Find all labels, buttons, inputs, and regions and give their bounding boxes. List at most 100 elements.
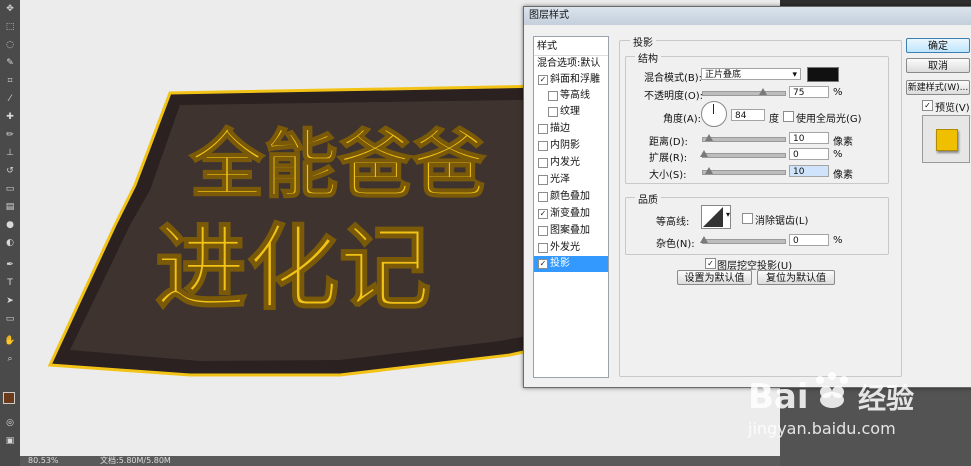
style-item-texture[interactable]: 纹理 bbox=[534, 104, 608, 120]
knockout-checkbox[interactable]: ✓ bbox=[705, 258, 716, 269]
noise-unit: % bbox=[833, 235, 843, 246]
foreground-color-swatch[interactable] bbox=[3, 392, 15, 404]
angle-dial[interactable] bbox=[701, 101, 727, 127]
slider-thumb[interactable] bbox=[700, 236, 708, 243]
reset-default-button[interactable]: 复位为默认值 bbox=[757, 270, 835, 285]
antialias-checkbox[interactable] bbox=[742, 213, 753, 224]
zoom-level[interactable]: 80.53% bbox=[28, 456, 59, 466]
blend-mode-select[interactable]: 正片叠底 ▾ bbox=[701, 68, 801, 80]
status-bar: 80.53% 文档:5.80M/5.80M bbox=[20, 456, 780, 466]
marquee-tool-icon[interactable]: ⬚ bbox=[3, 22, 17, 33]
crop-tool-icon[interactable]: ⌗ bbox=[3, 76, 17, 87]
angle-label: 角度(A): bbox=[663, 114, 702, 125]
styles-list: 样式 混合选项:默认 ✓ 斜面和浮雕 等高线 纹理 描边 内阴影 内发光 光泽 颜… bbox=[533, 36, 609, 378]
style-checkbox[interactable] bbox=[538, 175, 548, 185]
opacity-label: 不透明度(O): bbox=[644, 91, 704, 102]
style-checkbox[interactable]: ✓ bbox=[538, 75, 548, 85]
slider-thumb[interactable] bbox=[705, 134, 713, 141]
style-checkbox[interactable]: ✓ bbox=[538, 209, 548, 219]
style-checkbox[interactable]: ✓ bbox=[538, 259, 548, 269]
contour-picker[interactable]: ▾ bbox=[701, 205, 731, 229]
style-item-pattern-overlay[interactable]: 图案叠加 bbox=[534, 223, 608, 239]
layer-style-dialog: 图层样式 样式 混合选项:默认 ✓ 斜面和浮雕 等高线 纹理 描边 内阴影 内发光… bbox=[523, 6, 971, 388]
distance-label: 距离(D): bbox=[649, 137, 688, 148]
blur-tool-icon[interactable]: ● bbox=[3, 220, 17, 231]
style-item-inner-shadow[interactable]: 内阴影 bbox=[534, 138, 608, 154]
style-item-inner-glow[interactable]: 内发光 bbox=[534, 155, 608, 171]
size-unit: 像素 bbox=[833, 170, 853, 181]
doc-size: 文档:5.80M/5.80M bbox=[100, 456, 171, 465]
eyedropper-icon[interactable]: ⁄ bbox=[3, 94, 17, 105]
lasso-tool-icon[interactable]: ◌ bbox=[3, 40, 17, 51]
style-item-stroke[interactable]: 描边 bbox=[534, 121, 608, 137]
history-brush-icon[interactable]: ↺ bbox=[3, 166, 17, 177]
distance-input[interactable]: 10 bbox=[789, 132, 829, 144]
opacity-input[interactable]: 75 bbox=[789, 86, 829, 98]
zoom-tool-icon[interactable]: ⌕ bbox=[3, 354, 17, 365]
style-checkbox[interactable] bbox=[538, 192, 548, 202]
preview-checkbox[interactable]: ✓ bbox=[922, 100, 933, 111]
style-checkbox[interactable] bbox=[548, 107, 558, 117]
slider-thumb[interactable] bbox=[700, 150, 708, 157]
style-item-drop-shadow[interactable]: ✓ 投影 bbox=[534, 256, 608, 272]
structure-title: 结构 bbox=[635, 50, 661, 65]
watermark-brand: Bai bbox=[748, 377, 809, 417]
dodge-tool-icon[interactable]: ◐ bbox=[3, 238, 17, 249]
slider-thumb[interactable] bbox=[759, 88, 767, 95]
baidu-watermark: Bai 经验 jingyan.baidu.com bbox=[747, 372, 914, 438]
slider-thumb[interactable] bbox=[705, 167, 713, 174]
distance-slider[interactable] bbox=[702, 134, 786, 142]
style-item-color-overlay[interactable]: 颜色叠加 bbox=[534, 189, 608, 205]
style-checkbox[interactable] bbox=[548, 91, 558, 101]
spread-slider[interactable] bbox=[700, 150, 786, 158]
quick-select-icon[interactable]: ✎ bbox=[3, 58, 17, 69]
shape-tool-icon[interactable]: ▭ bbox=[3, 314, 17, 325]
style-item-contour[interactable]: 等高线 bbox=[534, 88, 608, 104]
opacity-slider[interactable] bbox=[702, 88, 786, 96]
ok-button[interactable]: 确定 bbox=[906, 38, 970, 53]
path-select-icon[interactable]: ➤ bbox=[3, 296, 17, 307]
distance-unit: 像素 bbox=[833, 137, 853, 148]
global-light-label: 使用全局光(G) bbox=[796, 114, 862, 125]
noise-label: 杂色(N): bbox=[656, 239, 695, 250]
hand-tool-icon[interactable]: ✋ bbox=[3, 336, 17, 347]
gradient-tool-icon[interactable]: ▤ bbox=[3, 202, 17, 213]
style-item-gradient-overlay[interactable]: ✓ 渐变叠加 bbox=[534, 206, 608, 222]
make-default-button[interactable]: 设置为默认值 bbox=[677, 270, 752, 285]
paw-icon bbox=[816, 372, 848, 408]
healing-brush-icon[interactable]: ✚ bbox=[3, 112, 17, 123]
eraser-tool-icon[interactable]: ▭ bbox=[3, 184, 17, 195]
logo-artwork: 全能爸爸 进化记 bbox=[47, 83, 600, 377]
size-input[interactable]: 10 bbox=[789, 165, 829, 177]
pen-tool-icon[interactable]: ✒ bbox=[3, 260, 17, 271]
new-style-button[interactable]: 新建样式(W)... bbox=[906, 80, 970, 95]
noise-input[interactable]: 0 bbox=[789, 234, 829, 246]
move-tool-icon[interactable]: ✥ bbox=[3, 4, 17, 15]
quick-mask-icon[interactable]: ◎ bbox=[3, 418, 17, 429]
angle-input[interactable]: 84 bbox=[731, 109, 765, 121]
noise-slider[interactable] bbox=[700, 236, 786, 244]
style-item-outer-glow[interactable]: 外发光 bbox=[534, 240, 608, 256]
size-slider[interactable] bbox=[702, 167, 786, 175]
style-checkbox[interactable] bbox=[538, 226, 548, 236]
style-item-satin[interactable]: 光泽 bbox=[534, 172, 608, 188]
logo-line-1: 全能爸爸 bbox=[189, 122, 486, 208]
style-checkbox[interactable] bbox=[538, 141, 548, 151]
style-item-bevel[interactable]: ✓ 斜面和浮雕 bbox=[534, 72, 608, 88]
style-checkbox[interactable] bbox=[538, 158, 548, 168]
clone-stamp-icon[interactable]: ⊥ bbox=[3, 148, 17, 159]
global-light-checkbox[interactable] bbox=[783, 111, 794, 122]
blending-options[interactable]: 混合选项:默认 bbox=[534, 55, 608, 71]
tools-panel: ✥ ⬚ ◌ ✎ ⌗ ⁄ ✚ ✏ ⊥ ↺ ▭ ▤ ● ◐ ✒ T ➤ ▭ ✋ ⌕ … bbox=[0, 0, 21, 466]
cancel-button[interactable]: 取消 bbox=[906, 58, 970, 73]
spread-input[interactable]: 0 bbox=[789, 148, 829, 160]
screen-mode-icon[interactable]: ▣ bbox=[3, 436, 17, 447]
shadow-color-swatch[interactable] bbox=[807, 67, 839, 82]
logo-line-2: 进化记 bbox=[155, 215, 431, 322]
brush-tool-icon[interactable]: ✏ bbox=[3, 130, 17, 141]
style-checkbox[interactable] bbox=[538, 243, 548, 253]
chevron-down-icon: ▾ bbox=[792, 70, 797, 80]
style-checkbox[interactable] bbox=[538, 124, 548, 134]
type-tool-icon[interactable]: T bbox=[3, 278, 17, 289]
styles-header[interactable]: 样式 bbox=[534, 39, 608, 55]
